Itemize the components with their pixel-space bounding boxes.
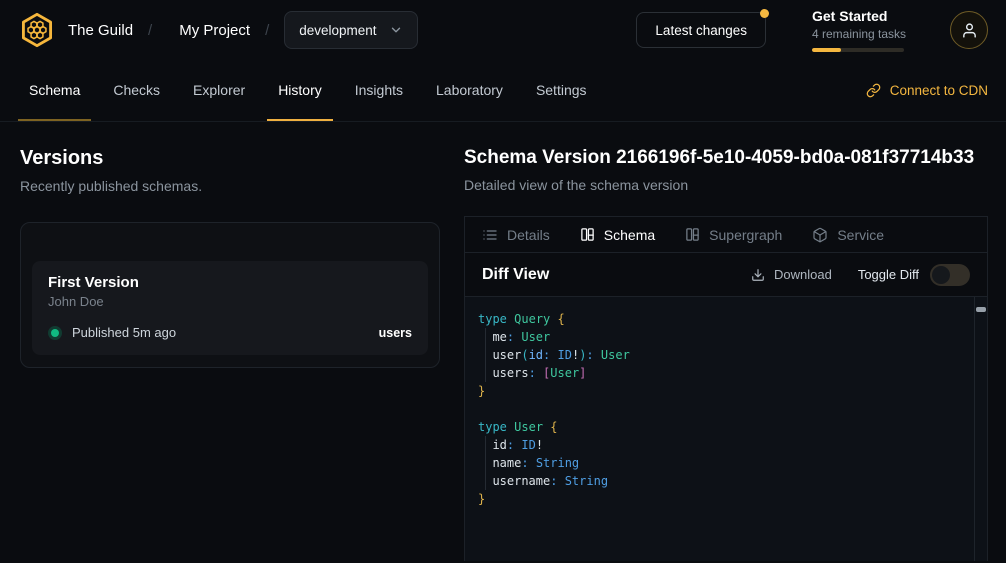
code-line: username: String — [478, 472, 967, 490]
package-icon — [812, 227, 828, 243]
hive-logo[interactable] — [18, 11, 56, 49]
main-content: Versions Recently published schemas. Fir… — [0, 122, 1006, 563]
code-line: } — [478, 382, 967, 400]
tab-label: Settings — [536, 82, 587, 98]
versions-panel: Versions Recently published schemas. Fir… — [0, 122, 464, 563]
code-block: type Query {me: Useruser(id: ID!): Useru… — [478, 310, 967, 508]
versions-list-card: First Version John Doe Published 5m ago … — [20, 222, 440, 368]
diff-view-actions: Download Toggle Diff — [751, 264, 970, 286]
tab-history[interactable]: History — [267, 60, 333, 121]
header-right: Latest changes Get Started 4 remaining t… — [636, 8, 988, 52]
download-label: Download — [774, 267, 832, 282]
get-started-remaining-tasks: 4 remaining tasks — [812, 27, 904, 41]
tab-label: Schema — [29, 82, 80, 98]
top-header: The Guild / My Project / development Lat… — [0, 0, 1006, 60]
code-line — [478, 400, 967, 418]
tab-service[interactable]: Service — [812, 227, 884, 243]
code-line: name: String — [478, 454, 967, 472]
version-author: John Doe — [48, 294, 412, 309]
tab-insights[interactable]: Insights — [344, 60, 414, 121]
tab-settings[interactable]: Settings — [525, 60, 598, 121]
connect-to-cdn-button[interactable]: Connect to CDN — [866, 60, 988, 121]
target-selector-dropdown[interactable]: development — [284, 11, 417, 49]
progress-fill — [812, 48, 841, 52]
tab-label: History — [278, 82, 322, 98]
code-line: type Query { — [478, 310, 967, 328]
tab-label: Checks — [113, 82, 160, 98]
code-line: user(id: ID!): User — [478, 346, 967, 364]
tab-label: Laboratory — [436, 82, 503, 98]
code-scrollbar-thumb[interactable] — [976, 307, 986, 312]
schema-version-detail: Schema Version 2166196f-5e10-4059-bd0a-0… — [464, 122, 1006, 563]
toggle-diff-label: Toggle Diff — [858, 267, 919, 282]
list-icon — [482, 227, 498, 243]
download-icon — [751, 268, 765, 282]
schema-detail-panel: Details Schema Supergraph — [464, 216, 988, 561]
toggle-diff-control: Toggle Diff — [858, 264, 970, 286]
diff-view-header: Diff View Download Toggle Diff — [465, 253, 987, 296]
get-started-title: Get Started — [812, 8, 904, 24]
columns-icon — [685, 227, 700, 242]
tab-label: Schema — [604, 227, 655, 243]
chevron-down-icon — [389, 23, 403, 37]
tab-details[interactable]: Details — [482, 227, 550, 243]
hive-logo-icon — [18, 11, 56, 49]
connect-to-cdn-label: Connect to CDN — [890, 83, 988, 98]
tab-label: Details — [507, 227, 550, 243]
code-line: me: User — [478, 328, 967, 346]
target-selector-value: development — [299, 23, 376, 38]
versions-subtitle: Recently published schemas. — [20, 178, 440, 194]
latest-changes-label: Latest changes — [655, 23, 747, 38]
tab-checks[interactable]: Checks — [102, 60, 171, 121]
latest-changes-button[interactable]: Latest changes — [636, 12, 766, 48]
get-started-progress-bar — [812, 48, 904, 52]
code-line: id: ID! — [478, 436, 967, 454]
switch-knob — [932, 266, 950, 284]
breadcrumb-org[interactable]: The Guild — [68, 22, 133, 39]
user-icon — [961, 22, 978, 39]
tab-laboratory[interactable]: Laboratory — [425, 60, 514, 121]
notification-dot — [760, 9, 769, 18]
tab-label: Explorer — [193, 82, 245, 98]
versions-title: Versions — [20, 147, 440, 170]
tab-label: Insights — [355, 82, 403, 98]
code-scrollbar[interactable] — [974, 297, 987, 561]
tab-supergraph[interactable]: Supergraph — [685, 227, 782, 243]
code-line: users: [User] — [478, 364, 967, 382]
tab-explorer[interactable]: Explorer — [182, 60, 256, 121]
version-status-text: Published 5m ago — [72, 325, 176, 340]
user-avatar[interactable] — [950, 11, 988, 49]
columns-icon — [580, 227, 595, 242]
get-started-widget[interactable]: Get Started 4 remaining tasks — [812, 8, 904, 52]
toggle-diff-switch[interactable] — [930, 264, 970, 286]
schema-version-subtitle: Detailed view of the schema version — [464, 177, 988, 193]
tab-schema[interactable]: Schema — [18, 60, 91, 121]
version-name: First Version — [48, 274, 412, 291]
tab-schema-view[interactable]: Schema — [580, 227, 655, 243]
nav-tabs: Schema Checks Explorer History Insights … — [18, 60, 609, 121]
published-status-dot — [51, 329, 59, 337]
code-line: } — [478, 490, 967, 508]
schema-version-title: Schema Version 2166196f-5e10-4059-bd0a-0… — [464, 147, 988, 169]
version-list-item[interactable]: First Version John Doe Published 5m ago … — [32, 261, 428, 355]
tab-label: Service — [837, 227, 884, 243]
breadcrumb-separator: / — [250, 22, 284, 39]
breadcrumb-separator: / — [133, 22, 167, 39]
code-line: type User { — [478, 418, 967, 436]
diff-view-title: Diff View — [482, 266, 549, 284]
tab-label: Supergraph — [709, 227, 782, 243]
version-service-badge: users — [379, 326, 412, 340]
target-nav: Schema Checks Explorer History Insights … — [0, 60, 1006, 122]
version-status-row: Published 5m ago users — [48, 325, 412, 340]
breadcrumb-project[interactable]: My Project — [179, 22, 250, 39]
download-button[interactable]: Download — [751, 267, 832, 282]
detail-tab-bar: Details Schema Supergraph — [465, 217, 987, 253]
schema-code-viewer[interactable]: type Query {me: Useruser(id: ID!): Useru… — [465, 296, 987, 561]
link-icon — [866, 83, 881, 98]
